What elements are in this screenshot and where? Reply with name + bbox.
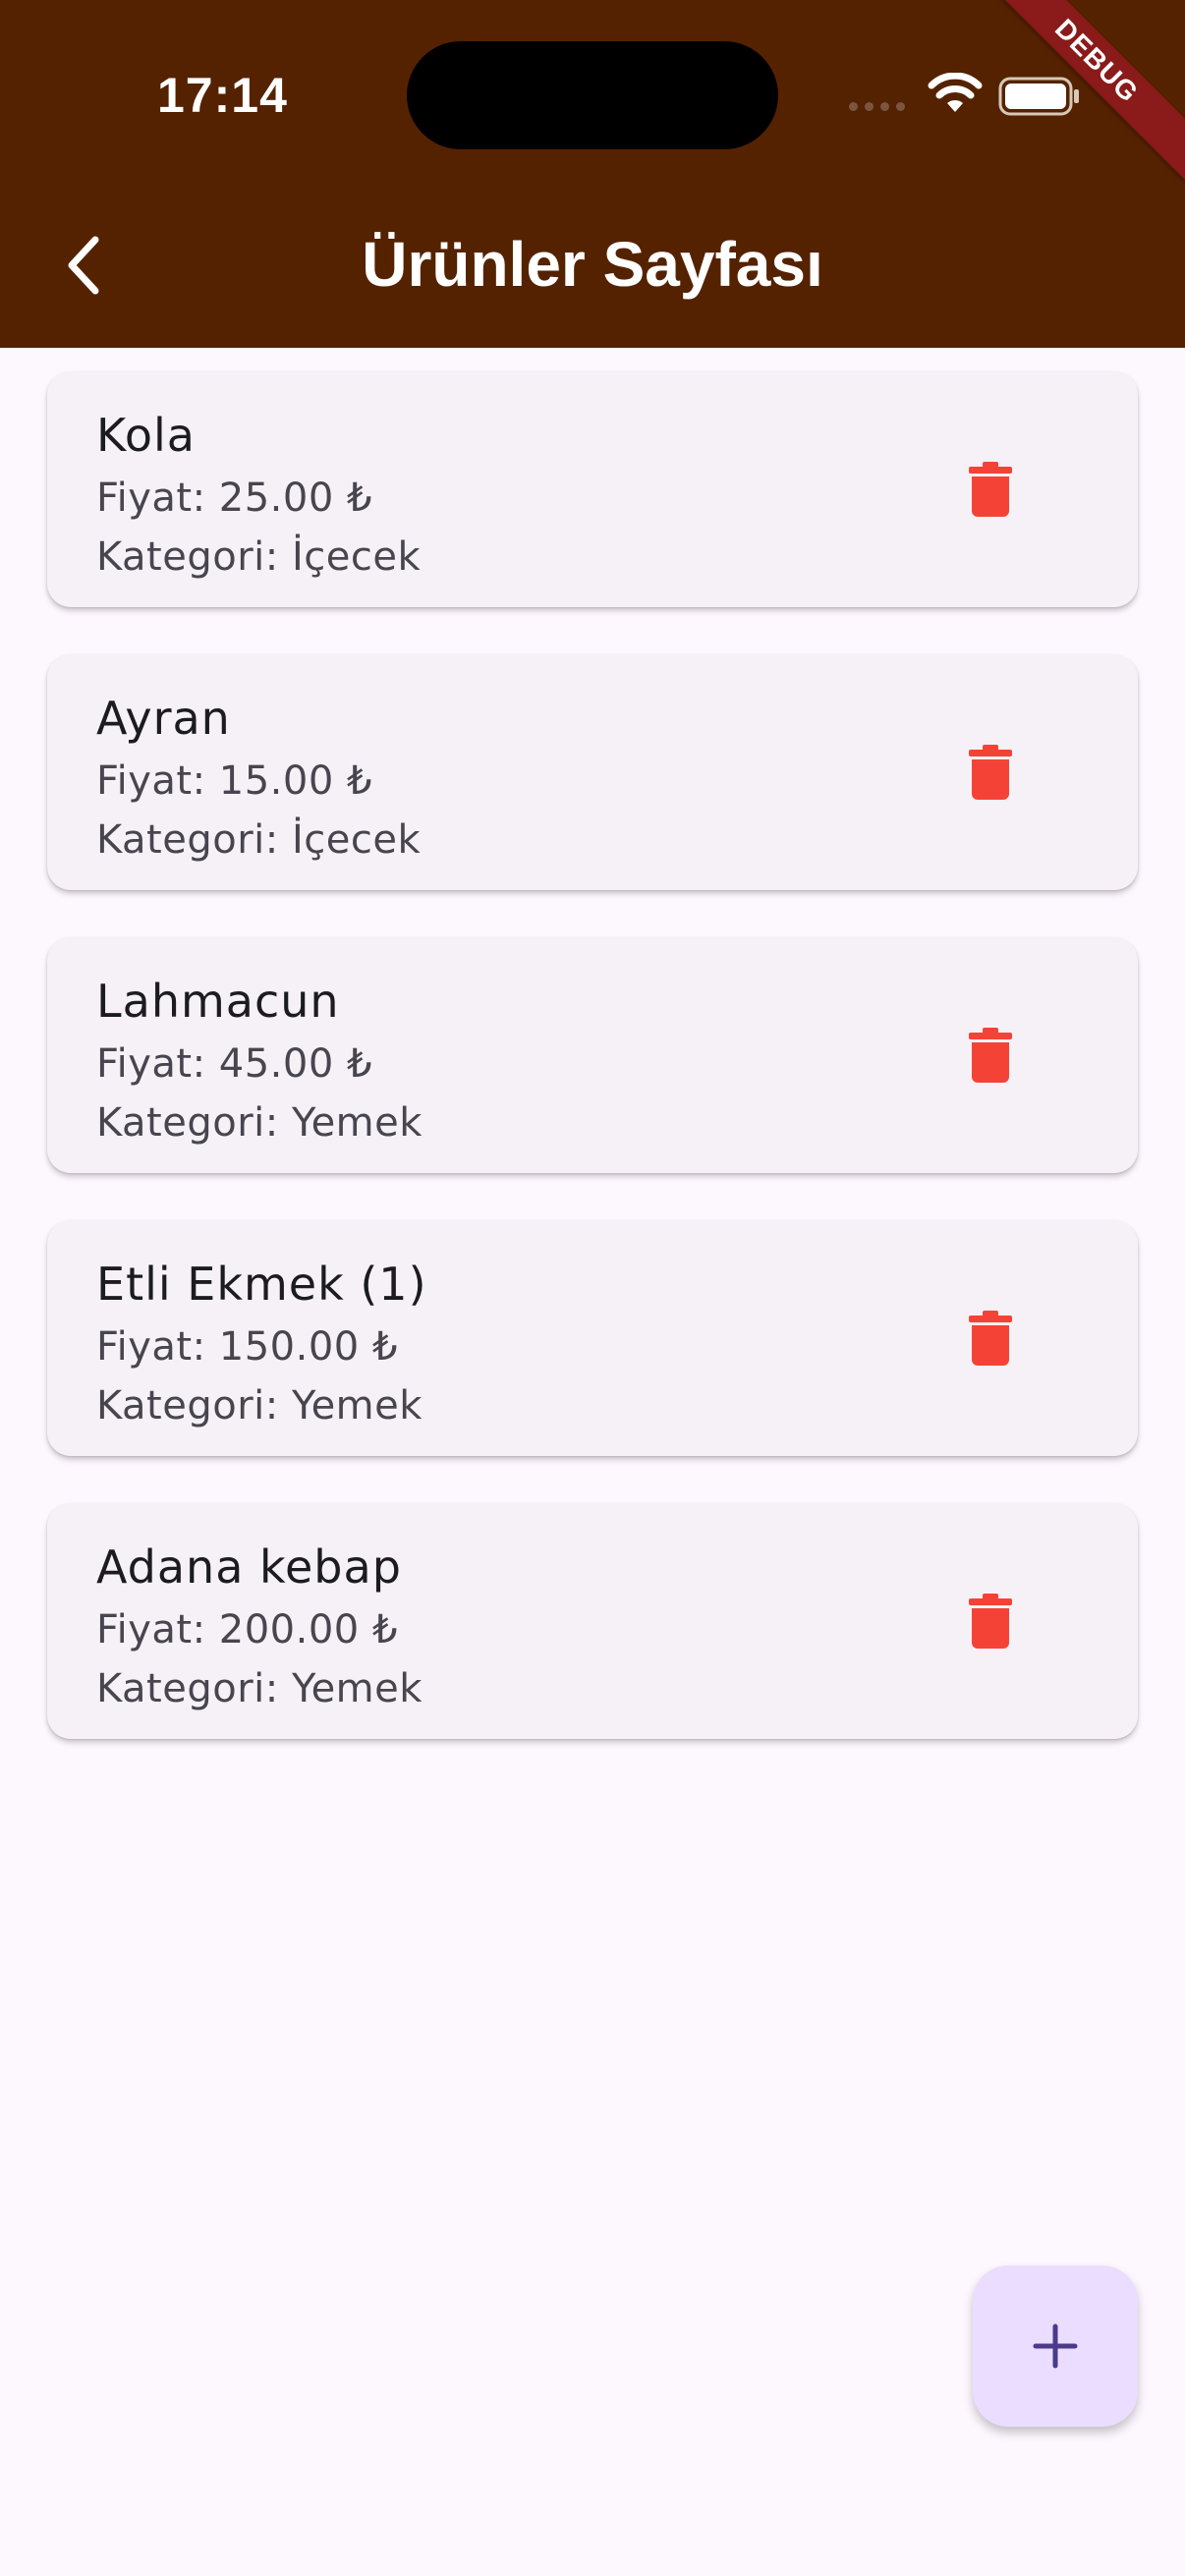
dynamic-island [407, 41, 778, 149]
delete-button[interactable] [951, 1016, 1030, 1094]
product-category: Kategori: İçecek [96, 817, 422, 863]
product-category: Kategori: Yemek [96, 1383, 423, 1428]
product-name: Lahmacun [96, 975, 340, 1028]
delete-button[interactable] [951, 450, 1030, 529]
status-time: 17:14 [157, 68, 288, 123]
product-price: Fiyat: 25.00 ₺ [96, 476, 372, 521]
app-bar: 17:14 DEBUG Ürünler Sayfası [0, 0, 1185, 348]
product-card[interactable]: Etli Ekmek (1) Fiyat: 150.00 ₺ Kategori:… [47, 1220, 1138, 1456]
trash-icon [969, 1594, 1012, 1649]
product-price: Fiyat: 150.00 ₺ [96, 1324, 398, 1370]
cellular-signal-icon [849, 102, 905, 111]
product-category: Kategori: Yemek [96, 1666, 423, 1711]
product-card[interactable]: Ayran Fiyat: 15.00 ₺ Kategori: İçecek [47, 654, 1138, 890]
wifi-icon [928, 73, 983, 112]
product-price: Fiyat: 200.00 ₺ [96, 1607, 398, 1652]
page-title: Ürünler Sayfası [362, 229, 823, 300]
product-name: Kola [96, 409, 196, 462]
product-list: Kola Fiyat: 25.00 ₺ Kategori: İçecek Ayr… [47, 371, 1138, 1786]
trash-icon [969, 1028, 1012, 1083]
product-card[interactable]: Lahmacun Fiyat: 45.00 ₺ Kategori: Yemek [47, 937, 1138, 1173]
product-price: Fiyat: 45.00 ₺ [96, 1041, 372, 1087]
product-card[interactable]: Kola Fiyat: 25.00 ₺ Kategori: İçecek [47, 371, 1138, 607]
add-product-button[interactable] [973, 2266, 1138, 2427]
product-category: Kategori: Yemek [96, 1100, 423, 1146]
plus-icon [1033, 2324, 1078, 2369]
trash-icon [969, 745, 1012, 800]
product-category: Kategori: İçecek [96, 534, 422, 580]
delete-button[interactable] [951, 733, 1030, 812]
battery-icon [998, 77, 1079, 116]
product-name: Etli Ekmek (1) [96, 1258, 427, 1311]
delete-button[interactable] [951, 1582, 1030, 1660]
trash-icon [969, 1311, 1012, 1366]
trash-icon [969, 462, 1012, 517]
product-card[interactable]: Adana kebap Fiyat: 200.00 ₺ Kategori: Ye… [47, 1503, 1138, 1739]
product-price: Fiyat: 15.00 ₺ [96, 758, 372, 804]
product-name: Ayran [96, 692, 231, 745]
product-name: Adana kebap [96, 1540, 402, 1594]
delete-button[interactable] [951, 1299, 1030, 1377]
